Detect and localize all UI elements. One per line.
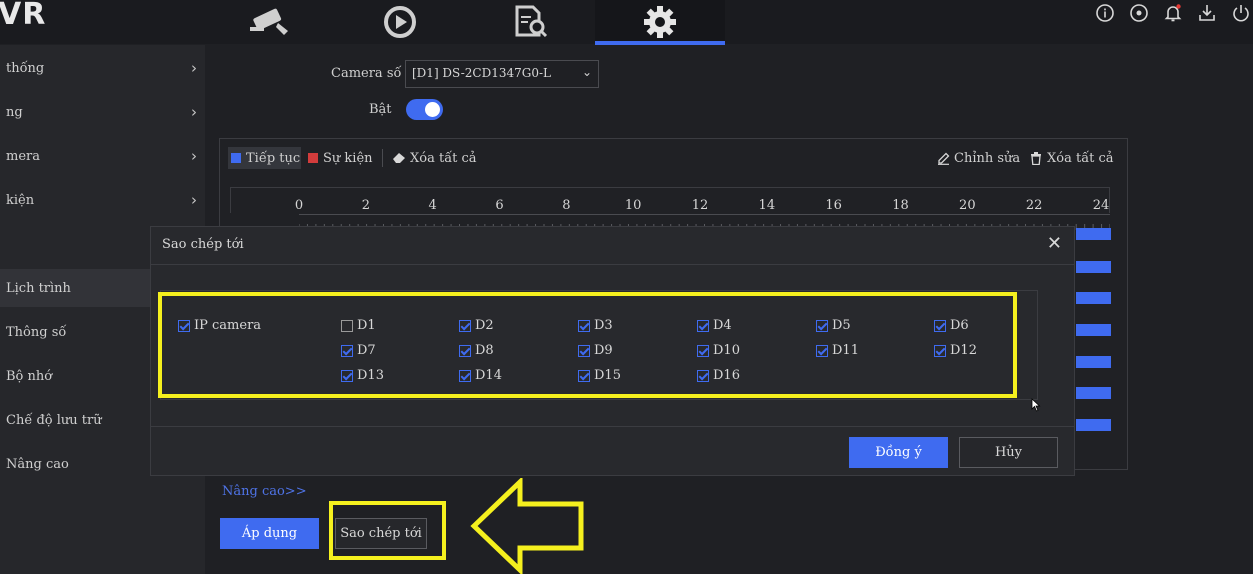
schedule-bar[interactable] <box>1076 228 1111 240</box>
schedule-bar[interactable] <box>1076 387 1111 399</box>
pointer-arrow-icon <box>470 478 584 574</box>
legend-divider <box>382 149 383 167</box>
schedule-bar[interactable] <box>1076 292 1111 304</box>
sidebar-item-label: Thông số <box>6 324 67 340</box>
record-icon[interactable] <box>1129 3 1149 23</box>
apply-button[interactable]: Áp dụng <box>220 518 319 549</box>
ok-button[interactable]: Đồng ý <box>849 437 948 468</box>
timeline-ticks <box>298 214 1111 230</box>
hour-label: 6 <box>495 198 504 213</box>
continuous-swatch <box>231 153 241 163</box>
dialog-footer-divider <box>151 426 1074 427</box>
sidebar-item-label: Bộ nhớ <box>6 368 53 384</box>
chevron-right-icon: › <box>191 103 197 121</box>
legend-continuous-label: Tiếp tục <box>246 150 301 166</box>
chevron-right-icon: › <box>191 191 197 209</box>
bell-icon[interactable] <box>1163 3 1183 23</box>
hour-label: 22 <box>1025 198 1043 213</box>
hour-label: 10 <box>624 198 642 213</box>
mouse-cursor-icon <box>1031 398 1041 412</box>
hour-label: 2 <box>361 198 370 213</box>
hour-label: 20 <box>959 198 976 213</box>
sidebar-item-event[interactable]: kiện › <box>0 181 205 219</box>
legend-event[interactable]: Sự kiện <box>308 147 373 169</box>
sidebar-item-camera[interactable]: mera › <box>0 137 205 175</box>
hour-label: 12 <box>691 198 709 213</box>
advanced-link[interactable]: Nâng cao>> <box>222 484 307 499</box>
power-icon[interactable] <box>1231 3 1251 23</box>
chevron-down-icon: ⌄ <box>581 65 592 79</box>
highlight-box-copy-button <box>329 501 446 560</box>
sidebar-item-system[interactable]: thống › <box>0 49 205 87</box>
sidebar-item-label: Nâng cao <box>6 456 69 472</box>
sidebar-item-label: Lịch trình <box>6 280 71 296</box>
hour-label: 4 <box>428 198 437 213</box>
cancel-button[interactable]: Hủy <box>959 437 1058 468</box>
hour-label: 14 <box>758 198 776 213</box>
hour-label: 0 <box>294 198 304 213</box>
camera-select[interactable]: [D1] DS-2CD1347G0-L ⌄ <box>405 60 599 88</box>
camera-select-value: [D1] DS-2CD1347G0-L <box>412 66 551 80</box>
camera-icon[interactable] <box>245 0 295 44</box>
edit-label: Chỉnh sửa <box>954 150 1021 166</box>
search-file-icon[interactable] <box>508 0 552 44</box>
hour-label: 8 <box>562 198 571 213</box>
legend-event-label: Sự kiện <box>323 150 373 166</box>
camera-number-label: Camera số <box>331 66 402 81</box>
schedule-bar[interactable] <box>1076 356 1111 368</box>
hour-label: 18 <box>892 198 909 213</box>
dialog-title: Sao chép tới <box>162 237 244 252</box>
close-icon[interactable]: ✕ <box>1047 233 1062 254</box>
clear-all-label: Xóa tất cả <box>410 150 477 166</box>
event-swatch <box>308 153 318 163</box>
edit-button[interactable]: Chỉnh sửa <box>937 147 1020 169</box>
schedule-bar[interactable] <box>1076 324 1111 336</box>
highlight-box-channels <box>158 292 1017 398</box>
download-icon[interactable] <box>1197 3 1217 23</box>
sidebar-item-label: mera <box>6 148 40 164</box>
legend-continuous[interactable]: Tiếp tục <box>228 147 301 169</box>
clear-all-button[interactable]: Xóa tất cả <box>392 147 477 169</box>
top-right-icons <box>1095 0 1253 26</box>
sidebar-item-label: ng <box>6 104 23 120</box>
pencil-icon <box>938 152 950 165</box>
sidebar-item-network[interactable]: ng › <box>0 93 205 131</box>
hour-label: 16 <box>825 198 842 213</box>
chevron-right-icon: › <box>191 59 197 77</box>
info-icon[interactable] <box>1095 3 1115 23</box>
app-logo: VR <box>0 0 47 32</box>
schedule-bar[interactable] <box>1076 419 1111 431</box>
sidebar-item-label: Chế độ lưu trữ <box>6 412 102 428</box>
eraser-icon <box>393 153 405 163</box>
enable-label: Bật <box>369 102 392 117</box>
hour-label: 24 <box>1092 198 1110 213</box>
sidebar-item-label: thống <box>6 60 45 76</box>
chevron-right-icon: › <box>191 147 197 165</box>
top-bar: VR <box>0 0 1253 45</box>
dialog-divider <box>151 264 1074 265</box>
delete-all-button[interactable]: Xóa tất cả <box>1030 147 1114 169</box>
delete-all-label: Xóa tất cả <box>1047 150 1114 166</box>
schedule-bar[interactable] <box>1076 261 1111 273</box>
enable-toggle[interactable] <box>406 99 443 120</box>
sidebar-item-label: kiện <box>6 192 35 208</box>
gear-icon[interactable] <box>595 0 725 44</box>
playback-icon[interactable] <box>378 0 422 44</box>
trash-icon <box>1031 151 1041 165</box>
